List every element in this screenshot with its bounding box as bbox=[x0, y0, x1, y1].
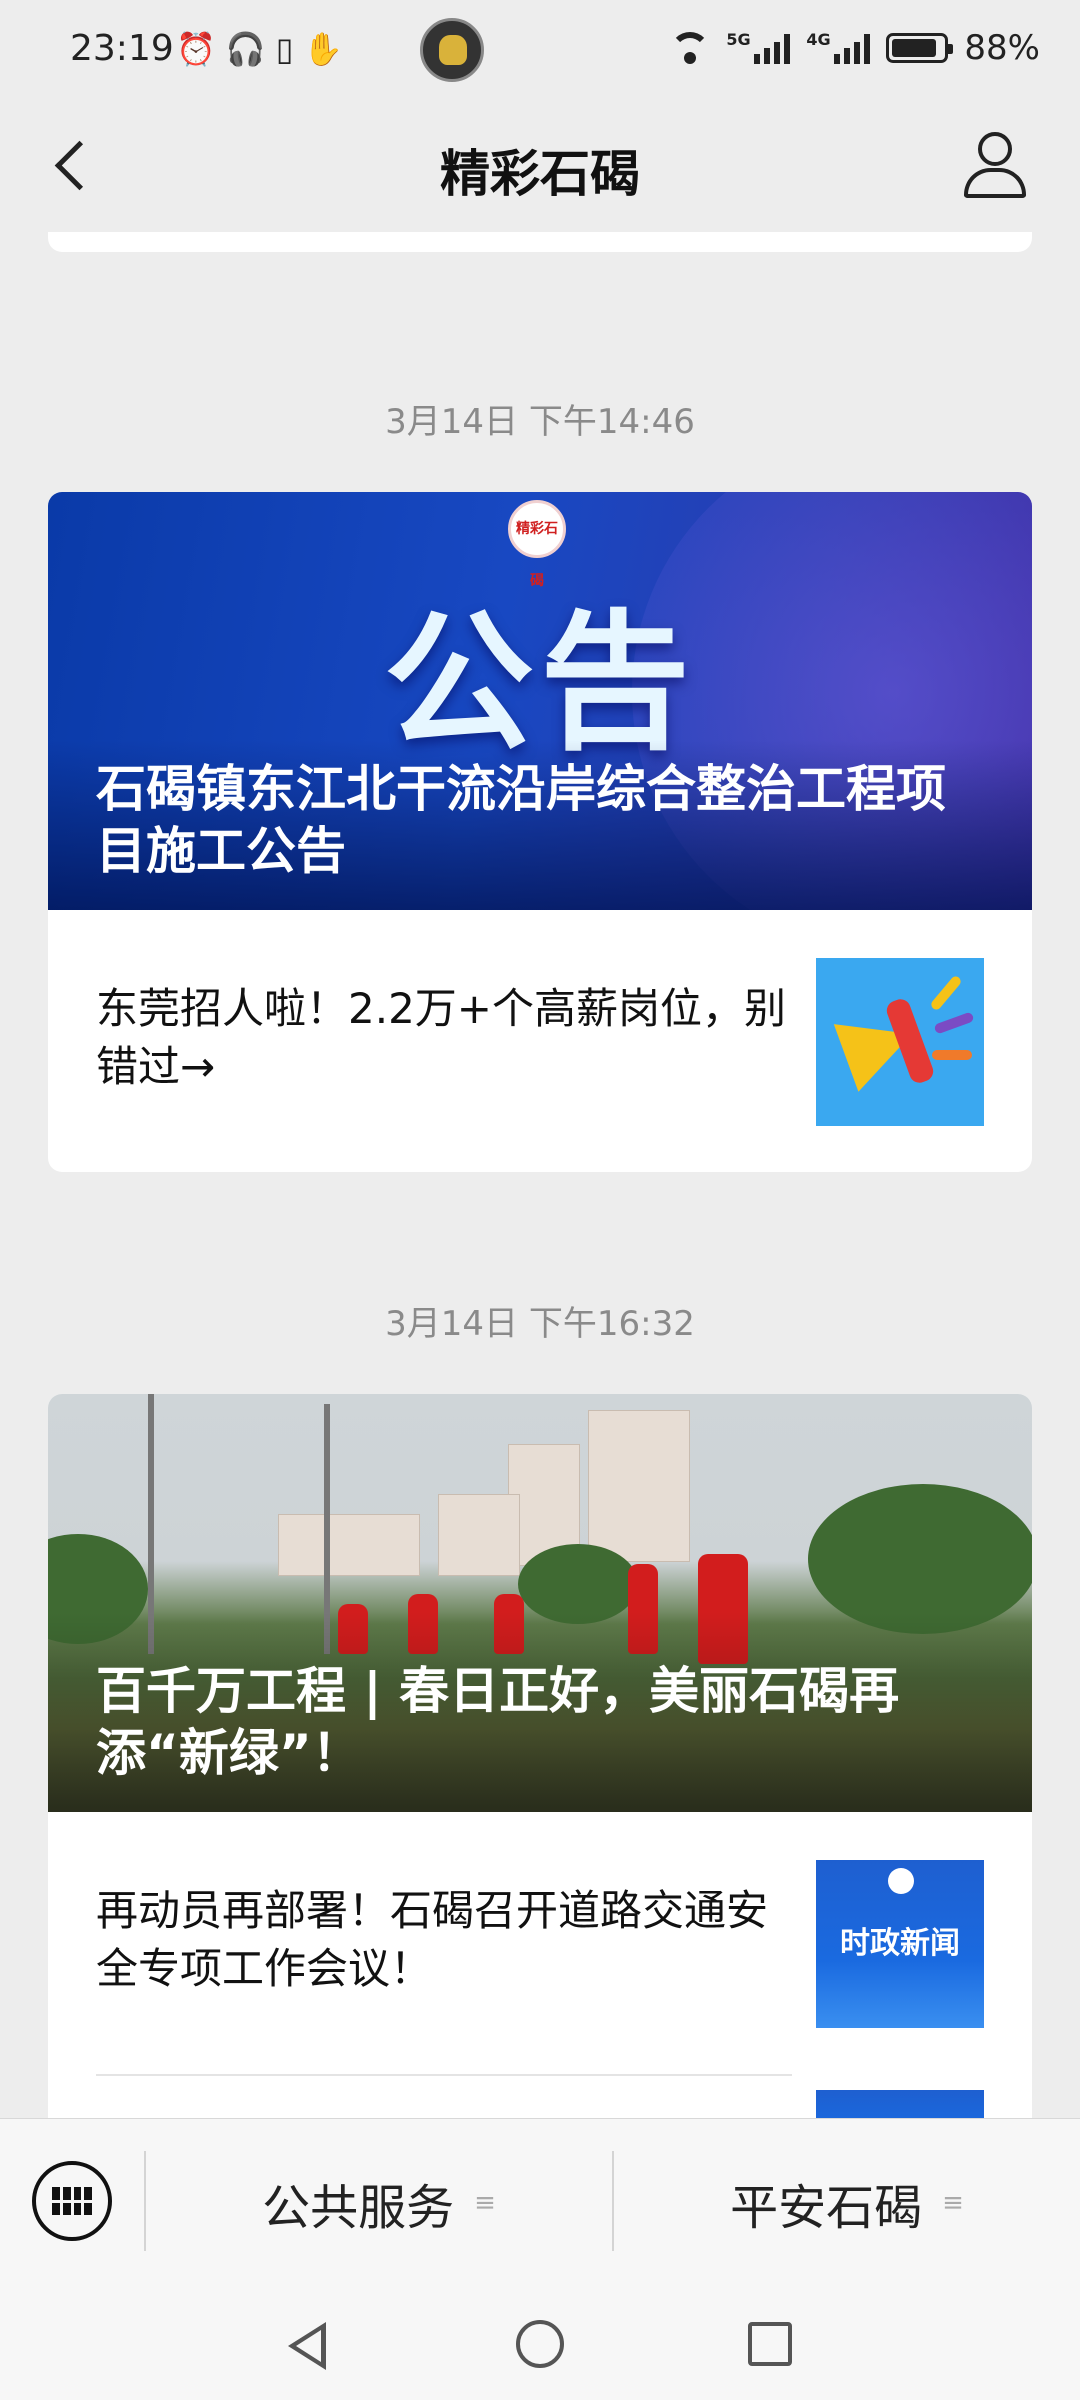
building bbox=[278, 1514, 420, 1576]
menu-lines-icon: ≡ bbox=[942, 2188, 964, 2218]
hero-article[interactable]: 精彩石碣 公告 石碣镇东江北干流沿岸综合整治工程项目施工公告 bbox=[48, 492, 1032, 910]
vibrate-icon: ▯ bbox=[275, 30, 294, 68]
hero-image-word: 公告 bbox=[383, 597, 696, 771]
hero-caption: 百千万工程 | 春日正好，美丽石碣再添“新绿”！ bbox=[96, 1662, 900, 1782]
megaphone-icon bbox=[816, 958, 984, 1126]
keyboard-icon[interactable] bbox=[32, 2161, 112, 2241]
article-title: 东莞招人啦！2.2万+个高薪岗位，别错过→ bbox=[96, 984, 786, 1091]
user-icon[interactable] bbox=[960, 128, 1030, 200]
net-4g-label: 4G bbox=[806, 30, 831, 49]
battery-percent: 88% bbox=[964, 28, 1040, 68]
alarm-icon: ⏰ bbox=[176, 30, 216, 68]
previous-card[interactable] bbox=[48, 232, 1032, 252]
article-title: 再动员再部署！石碣召开道路交通安全专项工作会议！ bbox=[96, 1886, 769, 1993]
menu-lines-icon: ≡ bbox=[474, 2188, 496, 2218]
status-bar: 23:19 ⏰ 🎧 ▯ ✋ 5G 4G 88% bbox=[0, 0, 1080, 100]
timestamp: 3月14日 下午14:46 bbox=[385, 402, 695, 442]
net-5g-label: 5G bbox=[726, 30, 751, 49]
notification-avatar-icon bbox=[420, 18, 484, 82]
hand-icon: ✋ bbox=[303, 30, 344, 68]
news-thumbnail bbox=[816, 2090, 984, 2118]
battery-icon bbox=[886, 33, 954, 63]
brand-logo: 精彩石碣 bbox=[508, 500, 566, 589]
timestamp: 3月14日 下午16:32 bbox=[385, 1304, 695, 1344]
menu-label: 公共服务 bbox=[262, 2180, 455, 2236]
nav-home-icon[interactable] bbox=[516, 2320, 564, 2368]
building bbox=[588, 1410, 690, 1562]
article-card: 精彩石碣 公告 石碣镇东江北干流沿岸综合整治工程项目施工公告 东莞招人啦！2.2… bbox=[48, 492, 1032, 1172]
app-header: 精彩石碣 bbox=[0, 100, 1080, 232]
signal-5g-icon: 5G bbox=[726, 30, 791, 64]
wifi-icon bbox=[670, 32, 711, 64]
status-left-icons: ⏰ 🎧 ▯ ✋ bbox=[176, 30, 343, 68]
list-item[interactable]: 东莞招人啦！2.2万+个高薪岗位，别错过→ bbox=[48, 910, 1032, 1172]
signal-4g-icon: 4G bbox=[806, 30, 871, 64]
headphones-icon: 🎧 bbox=[225, 30, 266, 68]
page-title: 精彩石碣 bbox=[440, 145, 640, 203]
menu-label: 平安石碣 bbox=[730, 2180, 923, 2236]
divider bbox=[96, 2074, 792, 2076]
menu-safe-shijie[interactable]: 平安石碣 ≡ bbox=[614, 2119, 1080, 2287]
hero-caption: 石碣镇东江北干流沿岸综合整治工程项目施工公告 bbox=[96, 760, 946, 880]
message-feed[interactable]: 3月14日 下午14:46 精彩石碣 公告 石碣镇东江北干流沿岸综合整治工程项目… bbox=[0, 232, 1080, 2118]
system-nav-bar bbox=[0, 2286, 1080, 2400]
list-item[interactable]: 再动员再部署！石碣召开道路交通安全专项工作会议！ 时政新闻 bbox=[48, 1812, 1032, 2074]
article-card: 百千万工程 | 春日正好，美丽石碣再添“新绿”！ 再动员再部署！石碣召开道路交通… bbox=[48, 1394, 1032, 2118]
status-time: 23:19 bbox=[70, 28, 174, 69]
building bbox=[438, 1494, 520, 1576]
nav-recents-icon[interactable] bbox=[748, 2322, 792, 2366]
thumbnail-text: 时政新闻 bbox=[840, 1926, 960, 1961]
nav-back-icon[interactable] bbox=[288, 2322, 326, 2370]
hero-article[interactable]: 百千万工程 | 春日正好，美丽石碣再添“新绿”！ bbox=[48, 1394, 1032, 1812]
bottom-menu: 公共服务 ≡ 平安石碣 ≡ bbox=[0, 2118, 1080, 2287]
menu-public-services[interactable]: 公共服务 ≡ bbox=[146, 2119, 612, 2287]
news-thumbnail: 时政新闻 bbox=[816, 1860, 984, 2028]
status-right-icons: 5G 4G 88% bbox=[670, 28, 1040, 68]
